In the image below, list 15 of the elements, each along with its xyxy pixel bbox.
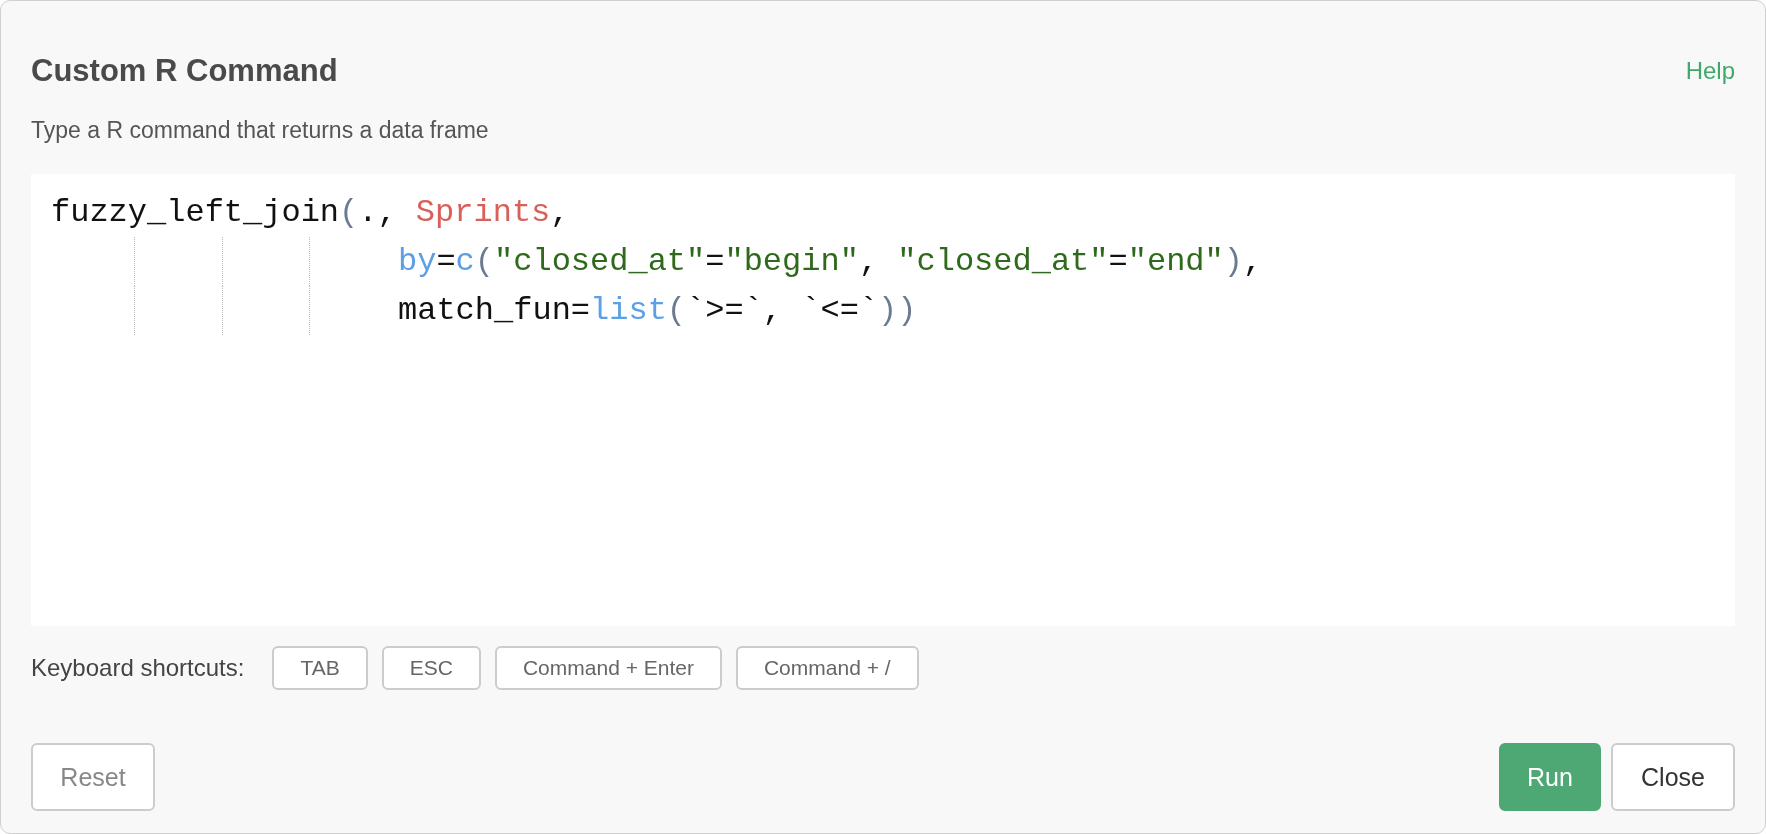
shortcut-key: ESC xyxy=(381,646,481,690)
dialog-title: Custom R Command xyxy=(31,53,338,89)
shortcut-key: Command + Enter xyxy=(494,646,722,690)
run-button[interactable]: Run xyxy=(1499,743,1601,811)
help-link[interactable]: Help xyxy=(1685,57,1735,85)
code-line: by=c("closed_at"="begin", "closed_at"="end"), xyxy=(398,243,1263,280)
code-line: fuzzy_left_join(., Sprints, xyxy=(51,194,570,231)
reset-button[interactable]: Reset xyxy=(31,743,155,811)
close-button[interactable]: Close xyxy=(1611,743,1735,811)
shortcut-key: TAB xyxy=(272,646,368,690)
shortcut-key: Command + / xyxy=(735,646,919,690)
shortcuts-label: Keyboard shortcuts: xyxy=(31,654,245,682)
code-editor[interactable]: fuzzy_left_join(., Sprints, by=c("closed_at"="begin", "closed_at"="end"), match_fun=list(`>=`, `<=`)) xyxy=(31,174,1735,626)
dialog-subtitle: Type a R command that returns a data frame xyxy=(31,117,490,144)
code-line: match_fun=list(`>=`, `<=`)) xyxy=(398,292,917,329)
